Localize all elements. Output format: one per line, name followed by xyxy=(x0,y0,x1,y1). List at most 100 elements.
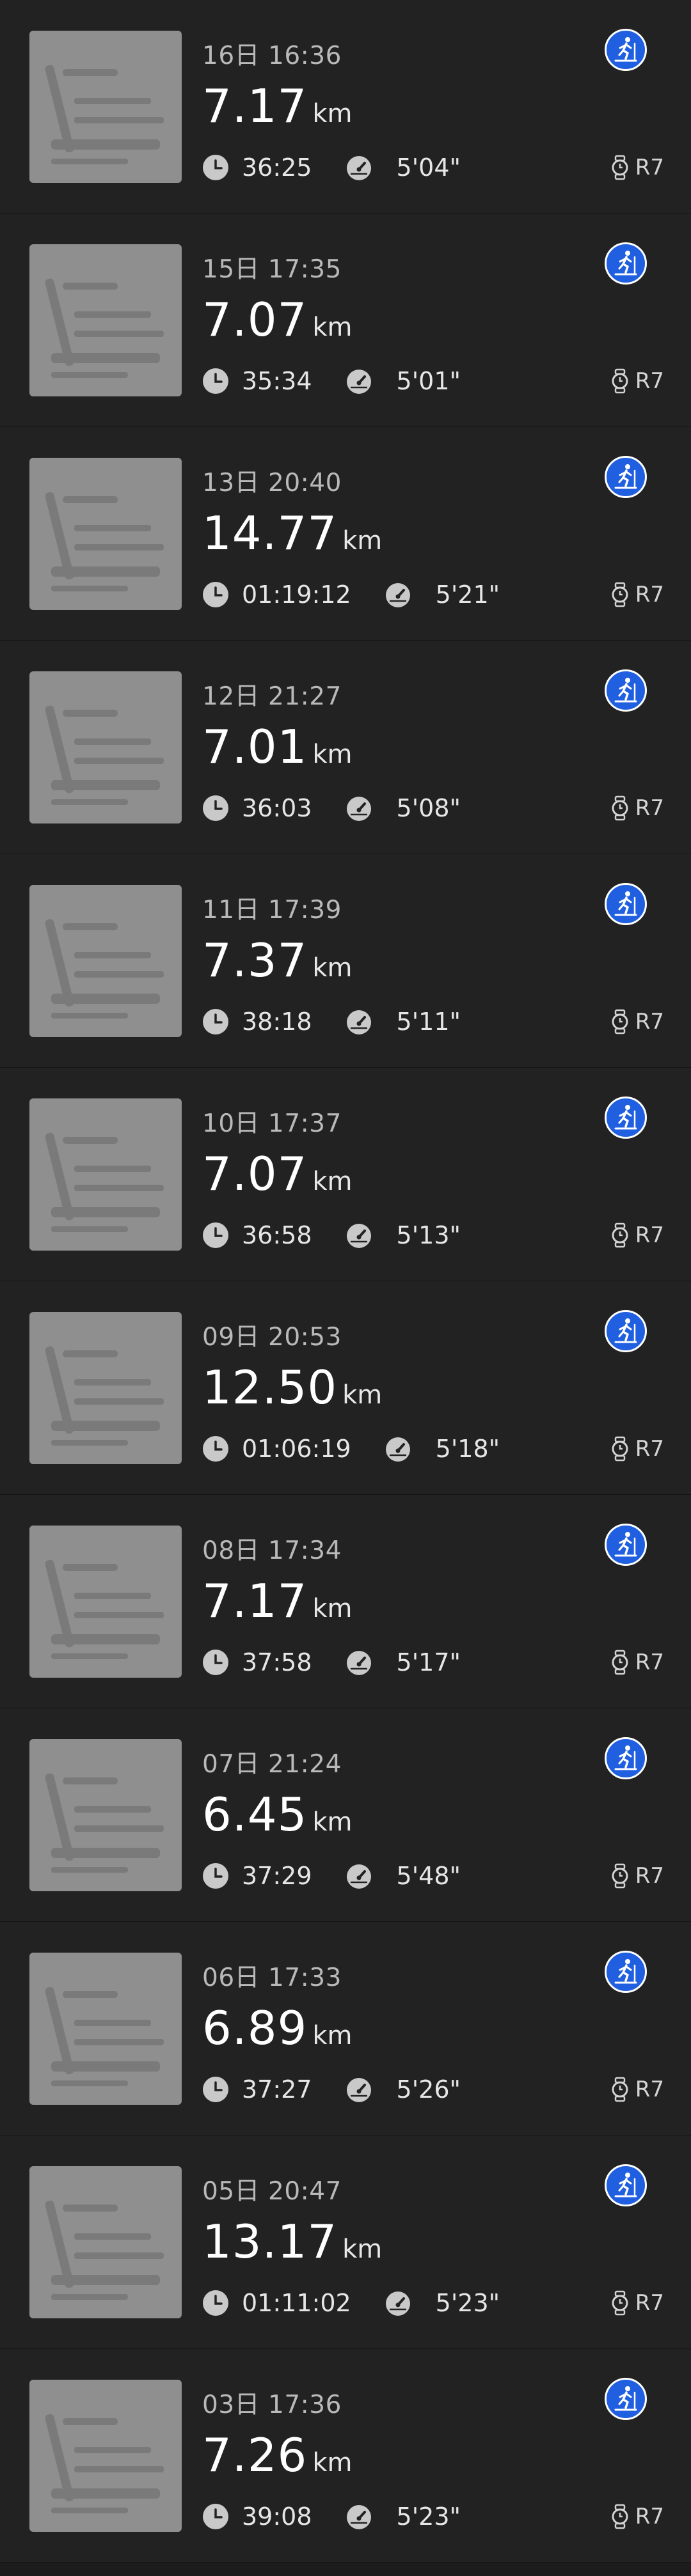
pace-block: 5'48" xyxy=(346,1862,461,1890)
run-date: 11日 17:39 xyxy=(202,896,342,925)
run-card[interactable]: 09日 20:53 12.50 km 01:06:19 5'18" R7 xyxy=(0,1281,691,1495)
treadmill-running-icon xyxy=(605,242,647,285)
pace-value: 5'11" xyxy=(396,1008,461,1036)
clock-icon xyxy=(202,2503,229,2530)
run-card[interactable]: 08日 17:34 7.17 km 37:58 5'17" R7 xyxy=(0,1495,691,1708)
run-card[interactable]: 16日 16:36 7.17 km 36:25 5'04" R7 xyxy=(0,0,691,214)
pace-value: 5'04" xyxy=(396,153,461,182)
treadmill-thumbnail xyxy=(29,2166,182,2318)
pace-value: 5'23" xyxy=(435,2289,500,2317)
watch-icon xyxy=(608,582,631,607)
clock-icon xyxy=(202,1862,229,1889)
speedometer-icon xyxy=(346,2076,372,2103)
duration-value: 35:34 xyxy=(242,367,312,395)
run-card[interactable]: 05日 20:47 13.17 km 01:11:02 5'23" R7 xyxy=(0,2135,691,2349)
watch-icon xyxy=(608,155,631,180)
distance-value: 7.17 xyxy=(202,79,308,133)
treadmill-running-icon xyxy=(605,2378,647,2420)
run-date: 12日 21:27 xyxy=(202,682,342,711)
run-distance: 7.17 km xyxy=(202,79,352,133)
run-list: 16日 16:36 7.17 km 36:25 5'04" R7 15日 17:… xyxy=(0,0,691,2563)
pace-block: 5'13" xyxy=(346,1221,461,1249)
run-card[interactable]: 06日 17:33 6.89 km 37:27 5'26" R7 xyxy=(0,1922,691,2135)
run-distance: 13.17 km xyxy=(202,2215,382,2268)
distance-value: 7.07 xyxy=(202,293,308,347)
run-card[interactable]: 11日 17:39 7.37 km 38:18 5'11" R7 xyxy=(0,854,691,1068)
pace-block: 5'23" xyxy=(346,2502,461,2531)
clock-icon xyxy=(202,2290,229,2316)
speedometer-icon xyxy=(346,1862,372,1889)
device-label: R7 xyxy=(608,2075,664,2104)
distance-unit: km xyxy=(342,2235,383,2264)
distance-value: 7.26 xyxy=(202,2428,308,2482)
distance-value: 6.45 xyxy=(202,1788,308,1841)
duration-value: 36:25 xyxy=(242,153,312,182)
watch-icon xyxy=(608,2290,631,2316)
device-name: R7 xyxy=(635,582,664,607)
clock-icon xyxy=(202,154,229,181)
run-metrics: 37:58 5'17" xyxy=(202,1648,461,1676)
distance-unit: km xyxy=(312,740,353,769)
treadmill-running-icon xyxy=(605,669,647,712)
watch-icon xyxy=(608,2504,631,2529)
run-metrics: 38:18 5'11" xyxy=(202,1008,461,1036)
duration-value: 37:29 xyxy=(242,1862,312,1890)
device-label: R7 xyxy=(608,1221,664,1249)
device-label: R7 xyxy=(608,367,664,395)
distance-unit: km xyxy=(342,526,383,556)
distance-unit: km xyxy=(312,1167,353,1196)
treadmill-thumbnail xyxy=(29,458,182,610)
run-metrics: 39:08 5'23" xyxy=(202,2502,461,2531)
distance-value: 7.17 xyxy=(202,1574,308,1628)
device-label: R7 xyxy=(608,1862,664,1890)
run-card[interactable]: 10日 17:37 7.07 km 36:58 5'13" R7 xyxy=(0,1068,691,1281)
run-distance: 7.37 km xyxy=(202,933,352,987)
run-distance: 14.77 km xyxy=(202,506,382,560)
distance-unit: km xyxy=(342,1380,383,1410)
clock-icon xyxy=(202,795,229,822)
speedometer-icon xyxy=(385,1435,411,1462)
distance-value: 12.50 xyxy=(202,1361,338,1414)
treadmill-thumbnail xyxy=(29,885,182,1037)
watch-icon xyxy=(608,1650,631,1675)
duration-value: 36:58 xyxy=(242,1221,312,1249)
pace-value: 5'26" xyxy=(396,2075,461,2104)
watch-icon xyxy=(608,2077,631,2102)
treadmill-thumbnail xyxy=(29,1098,182,1251)
run-card[interactable]: 13日 20:40 14.77 km 01:19:12 5'21" R7 xyxy=(0,427,691,641)
device-name: R7 xyxy=(635,1650,664,1675)
watch-icon xyxy=(608,1222,631,1248)
run-metrics: 35:34 5'01" xyxy=(202,367,461,395)
run-distance: 7.07 km xyxy=(202,1147,352,1201)
treadmill-running-icon xyxy=(605,1097,647,1139)
distance-unit: km xyxy=(312,953,353,983)
run-metrics: 01:11:02 5'23" xyxy=(202,2289,500,2317)
distance-unit: km xyxy=(312,2021,353,2050)
run-date: 16日 16:36 xyxy=(202,42,342,70)
duration-value: 38:18 xyxy=(242,1008,312,1036)
treadmill-thumbnail xyxy=(29,1739,182,1891)
clock-icon xyxy=(202,368,229,394)
duration-value: 37:27 xyxy=(242,2075,312,2104)
run-card[interactable]: 12日 21:27 7.01 km 36:03 5'08" R7 xyxy=(0,641,691,854)
device-label: R7 xyxy=(608,1008,664,1036)
distance-unit: km xyxy=(312,1807,353,1837)
pace-block: 5'11" xyxy=(346,1008,461,1036)
run-date: 10日 17:37 xyxy=(202,1109,342,1138)
watch-icon xyxy=(608,795,631,821)
distance-unit: km xyxy=(312,1594,353,1623)
duration-value: 39:08 xyxy=(242,2502,312,2531)
speedometer-icon xyxy=(346,795,372,822)
run-card[interactable]: 15日 17:35 7.07 km 35:34 5'01" R7 xyxy=(0,214,691,427)
treadmill-running-icon xyxy=(605,1524,647,1566)
run-date: 05日 20:47 xyxy=(202,2177,342,2206)
distance-unit: km xyxy=(312,99,353,129)
duration-value: 36:03 xyxy=(242,794,312,822)
clock-icon xyxy=(202,1008,229,1035)
run-card[interactable]: 03日 17:36 7.26 km 39:08 5'23" R7 xyxy=(0,2349,691,2563)
pace-block: 5'21" xyxy=(385,581,500,609)
run-card[interactable]: 07日 21:24 6.45 km 37:29 5'48" R7 xyxy=(0,1708,691,1922)
run-distance: 7.26 km xyxy=(202,2428,352,2482)
treadmill-running-icon xyxy=(605,883,647,925)
run-date: 07日 21:24 xyxy=(202,1750,342,1779)
